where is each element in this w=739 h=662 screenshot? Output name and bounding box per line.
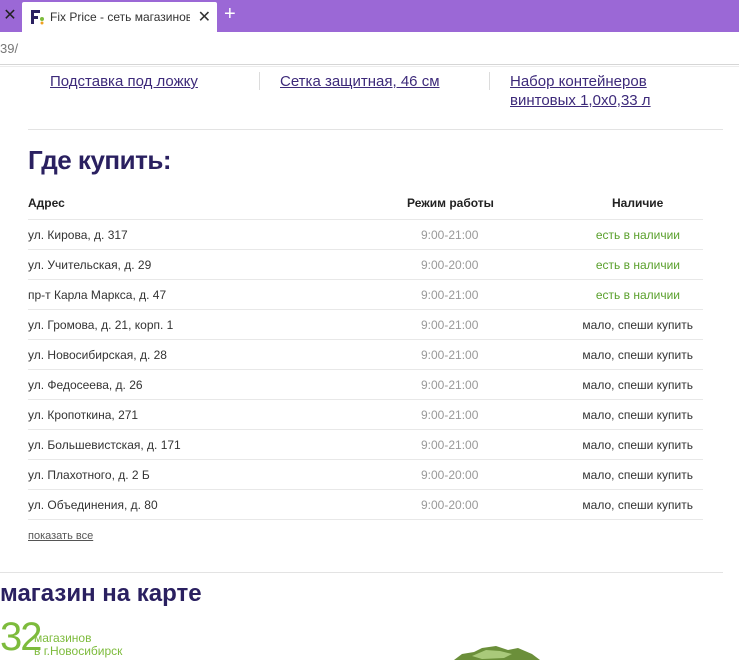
store-row: ул. Громова, д. 21, корп. 1 9:00-21:00 мал… — [28, 309, 703, 340]
store-hours: 9:00-21:00 — [421, 318, 479, 332]
new-tab-icon[interactable]: + — [224, 3, 236, 26]
column-header-hours: Режим работы — [407, 196, 494, 210]
divider — [489, 72, 490, 90]
store-row: ул. Учительская, д. 29 9:00-20:00 есть в н… — [28, 249, 703, 280]
related-product-label-line2: винтовых 1,0х0,33 л — [510, 92, 651, 109]
store-availability: есть в наличии — [595, 288, 680, 302]
store-address: ул. Кирова, д. 317 — [28, 228, 128, 242]
store-address: ул. Учительская, д. 29 — [28, 258, 152, 272]
divider — [28, 129, 723, 130]
store-address: ул. Большевистская, д. 171 — [28, 438, 181, 452]
show-all-link[interactable]: показать все — [28, 530, 93, 542]
store-availability: мало, спеши купить — [582, 498, 693, 512]
related-product-link[interactable]: Подставка под ложку — [50, 72, 198, 91]
store-hours: 9:00-21:00 — [421, 408, 479, 422]
divider — [259, 72, 260, 90]
store-address: ул. Федосеева, д. 26 — [28, 378, 143, 392]
fixprice-favicon-icon — [31, 10, 44, 25]
browser-tab[interactable]: Fix Price - сеть магазинов ✕ — [22, 2, 217, 32]
store-address: ул. Кропоткина, 271 — [28, 408, 139, 422]
address-bar[interactable]: 39/ — [0, 32, 739, 65]
store-hours: 9:00-20:00 — [421, 498, 479, 512]
store-hours: 9:00-21:00 — [421, 228, 479, 242]
store-address: ул. Громова, д. 21, корп. 1 — [28, 318, 174, 332]
store-address: ул. Объединения, д. 80 — [28, 498, 158, 512]
store-row: ул. Федосеева, д. 26 9:00-21:00 мало, спеш… — [28, 369, 703, 400]
store-address: ул. Плахотного, д. 2 Б — [28, 468, 150, 482]
store-hours: 9:00-20:00 — [421, 468, 479, 482]
divider — [0, 572, 723, 573]
store-row: ул. Кирова, д. 317 9:00-21:00 есть в налич… — [28, 219, 703, 250]
browser-tab-bar: ✕ Fix Price - сеть магазинов ✕ + — [0, 0, 739, 32]
address-text[interactable]: 39/ — [0, 41, 18, 56]
store-hours: 9:00-21:00 — [421, 438, 479, 452]
related-product-link[interactable]: Набор контейнеров винтовых 1,0х0,33 л — [510, 72, 651, 110]
store-row: пр-т Карла Маркса, д. 47 9:00-21:00 есть в… — [28, 279, 703, 310]
store-hours: 9:00-20:00 — [421, 258, 479, 272]
map-section-title: магазин на карте — [0, 580, 202, 607]
related-product-label-line1: Набор контейнеров — [510, 73, 647, 90]
store-address: пр-т Карла Маркса, д. 47 — [28, 288, 167, 302]
divider — [0, 66, 739, 67]
store-availability: мало, спеши купить — [582, 318, 693, 332]
tab-close-icon[interactable]: ✕ — [198, 7, 211, 27]
store-address: ул. Новосибирская, д. 28 — [28, 348, 167, 362]
stores-count-line1: магазинов — [34, 631, 92, 645]
column-header-availability: Наличие — [612, 196, 664, 210]
map-illustration-icon — [454, 646, 540, 660]
store-hours: 9:00-21:00 — [421, 288, 479, 302]
where-to-buy-title: Где купить: — [28, 145, 171, 175]
store-availability: есть в наличии — [595, 228, 680, 242]
store-row: ул. Большевистская, д. 171 9:00-21:00 мало… — [28, 429, 703, 460]
store-row: ул. Плахотного, д. 2 Б 9:00-20:00 мало, сп… — [28, 459, 703, 490]
store-row: ул. Новосибирская, д. 28 9:00-21:00 мало, … — [28, 339, 703, 370]
store-row: ул. Кропоткина, 271 9:00-21:00 мало, спеши… — [28, 399, 703, 430]
store-availability: есть в наличии — [595, 258, 680, 272]
store-availability: мало, спеши купить — [582, 438, 693, 452]
store-availability: мало, спеши купить — [582, 468, 693, 482]
store-hours: 9:00-21:00 — [421, 348, 479, 362]
store-availability: мало, спеши купить — [582, 378, 693, 392]
column-header-address: Адрес — [28, 196, 65, 210]
store-availability: мало, спеши купить — [582, 408, 693, 422]
divider — [28, 519, 703, 520]
store-row: ул. Объединения, д. 80 9:00-20:00 мало, сп… — [28, 489, 703, 520]
store-hours: 9:00-21:00 — [421, 378, 479, 392]
close-icon[interactable]: ✕ — [0, 6, 20, 26]
stores-count-line2: в г.Новосибирск — [34, 644, 123, 658]
stores-count-label: магазинов в г.Новосибирск — [34, 632, 122, 658]
tab-title: Fix Price - сеть магазинов — [50, 10, 190, 24]
related-product-link[interactable]: Сетка защитная, 46 см — [280, 72, 440, 91]
store-availability: мало, спеши купить — [582, 348, 693, 362]
